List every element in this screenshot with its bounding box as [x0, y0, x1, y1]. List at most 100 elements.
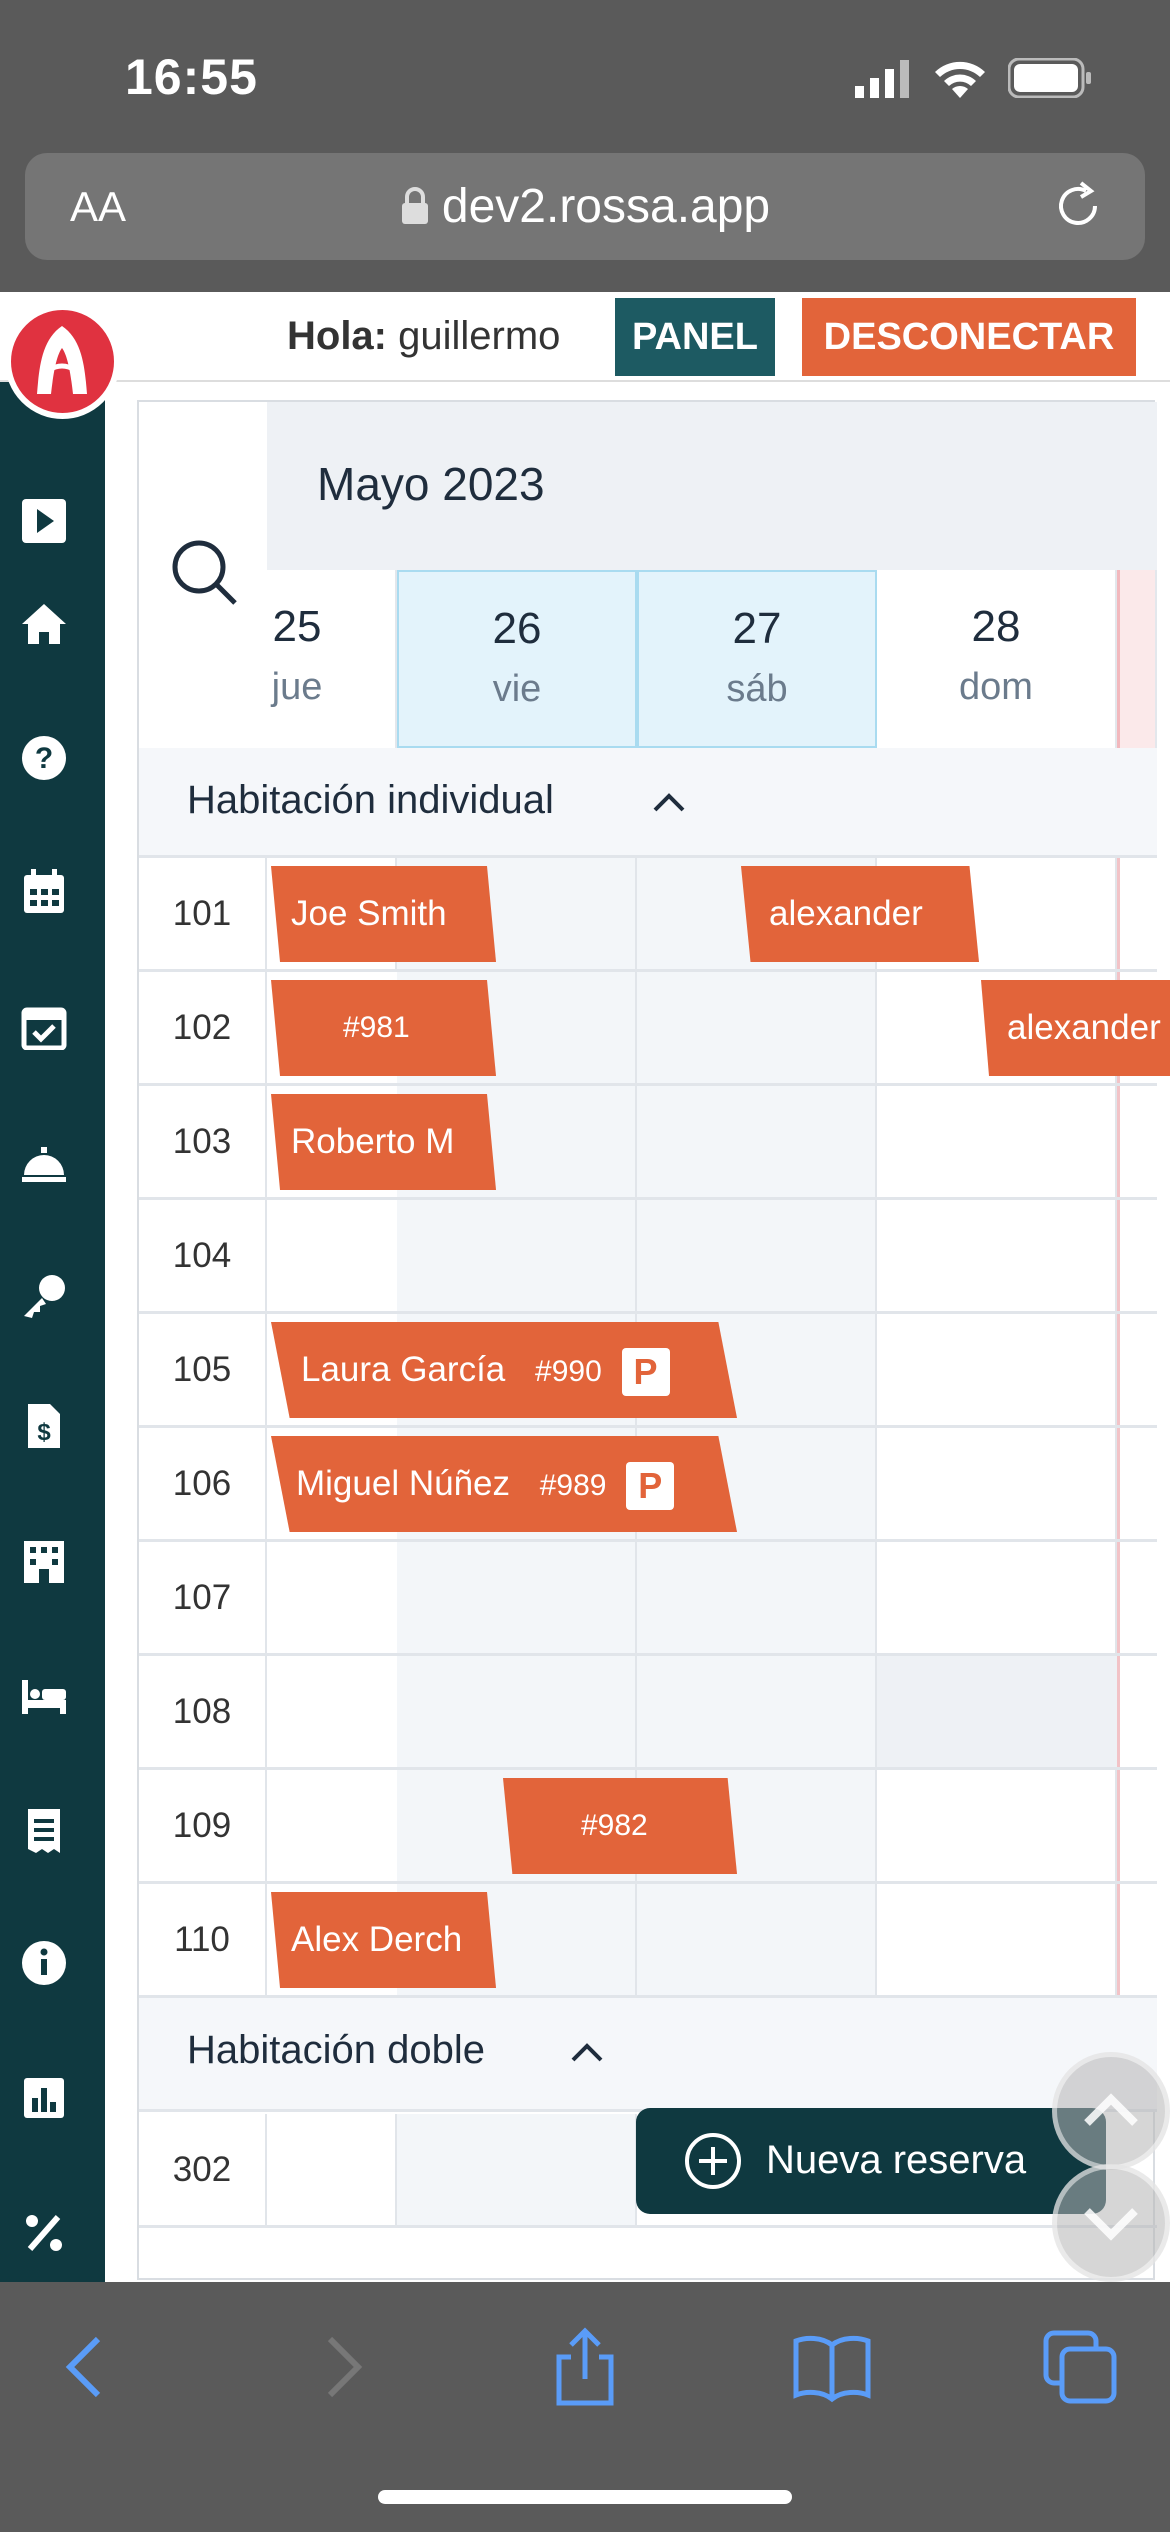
panel-button[interactable]: PANEL: [615, 298, 775, 376]
back-icon[interactable]: [48, 2327, 128, 2407]
calendar-check-icon[interactable]: [20, 1002, 68, 1051]
day-header-27[interactable]: 27 sáb: [637, 570, 877, 748]
key-icon[interactable]: [20, 1272, 68, 1320]
reservation-bar[interactable]: alexander: [741, 866, 979, 962]
day-name: sáb: [726, 668, 788, 710]
section-title: Habitación doble: [187, 2028, 485, 2072]
section-title: Habitación individual: [187, 778, 554, 822]
info-icon[interactable]: [20, 1939, 68, 1987]
day-number: 25: [272, 602, 322, 651]
day-number: 26: [492, 604, 542, 653]
booking-calendar: Mayo 2023 25 jue 26 vie 27 sáb 28 dom Ha…: [137, 400, 1170, 2280]
logout-button[interactable]: DESCONECTAR: [802, 298, 1136, 376]
logo-icon: [37, 326, 87, 394]
new-reservation-button[interactable]: Nueva reserva: [636, 2108, 1106, 2214]
day-header-25: 25 jue: [267, 570, 397, 748]
home-icon[interactable]: [20, 600, 68, 648]
reservation-label: Joe Smith: [291, 894, 447, 933]
day-cell: [397, 2114, 637, 2225]
row-divider: [267, 1539, 1157, 1542]
signal-icon: [855, 60, 909, 98]
reservation-bar[interactable]: Joe Smith: [271, 866, 496, 962]
room-number: 103: [139, 1086, 267, 1197]
room-number: 105: [139, 1314, 267, 1425]
greeting-label: Hola:: [287, 314, 387, 358]
row-divider: [267, 1425, 1157, 1428]
url-field[interactable]: dev2.rossa.app: [25, 179, 1145, 234]
reservation-bar[interactable]: Roberto M: [271, 1094, 496, 1190]
username: guillermo: [398, 314, 561, 358]
reservation-bar[interactable]: #982: [503, 1778, 737, 1874]
reservation-bar[interactable]: Alex Derch: [271, 1892, 496, 1988]
room-number: 106: [139, 1428, 267, 1539]
day-header-28[interactable]: 28 dom: [877, 570, 1117, 748]
svg-text:$: $: [37, 1419, 51, 1446]
scroll-up-button[interactable]: [1052, 2052, 1170, 2170]
svg-text:?: ?: [35, 742, 53, 775]
day-cell: [267, 2114, 397, 2225]
room-number: 101: [139, 858, 267, 969]
room-number: 109: [139, 1770, 267, 1881]
app-logo[interactable]: [5, 304, 120, 419]
day-name: vie: [492, 668, 542, 710]
reservation-label: Laura García: [301, 1350, 506, 1389]
parking-badge: P: [626, 1461, 675, 1510]
bed-icon[interactable]: [20, 1672, 68, 1720]
row-divider: [267, 1653, 1157, 1656]
reservation-bar[interactable]: Miguel Núñez #989 P: [271, 1436, 737, 1532]
reservation-bar[interactable]: alexander: [981, 980, 1170, 1076]
month-label: Mayo 2023: [317, 458, 545, 510]
concierge-bell-icon[interactable]: [20, 1137, 68, 1185]
lock-icon: [401, 187, 428, 224]
reservation-label: Roberto M: [291, 1122, 455, 1161]
building-icon[interactable]: [20, 1537, 68, 1585]
month-header: Mayo 2023: [267, 402, 1157, 570]
reservation-label: alexander: [769, 894, 923, 933]
tabs-icon[interactable]: [1040, 2327, 1120, 2407]
chart-icon[interactable]: [20, 2074, 68, 2122]
invoice-icon[interactable]: $: [20, 1402, 68, 1450]
reservation-label: #982: [581, 1809, 648, 1842]
percent-icon[interactable]: [20, 2209, 68, 2257]
bookmarks-icon[interactable]: [792, 2327, 872, 2407]
section-individual[interactable]: Habitación individual: [139, 748, 1157, 858]
sidebar: ? $: [0, 382, 105, 2282]
section-double[interactable]: Habitación doble: [139, 1998, 1157, 2112]
room-number: 102: [139, 972, 267, 1083]
chevron-up-icon: [1084, 2093, 1138, 2126]
room-number: 110: [139, 1884, 267, 1995]
chevron-up-icon[interactable]: [569, 2040, 605, 2064]
calendar-icon[interactable]: [20, 867, 68, 915]
room-rows: 101 102 103 104 105 106 107 108 109 110: [139, 858, 1170, 1998]
help-icon[interactable]: ?: [20, 734, 68, 782]
day-header-26[interactable]: 26 vie: [397, 570, 637, 748]
forward-icon[interactable]: [300, 2327, 380, 2407]
new-reservation-label: Nueva reserva: [766, 2138, 1027, 2182]
room-number: 104: [139, 1200, 267, 1311]
row-divider: [267, 1767, 1157, 1770]
status-time: 16:55: [125, 49, 258, 105]
play-icon[interactable]: [20, 497, 68, 545]
search-icon[interactable]: [169, 537, 239, 607]
address-bar[interactable]: AA dev2.rossa.app: [25, 153, 1145, 260]
wifi-icon: [935, 61, 985, 98]
reservation-bar[interactable]: Laura García #990 P: [271, 1322, 737, 1418]
share-icon[interactable]: [545, 2327, 625, 2407]
receipt-icon[interactable]: [20, 1807, 68, 1855]
blocked-cell: [877, 1656, 1117, 1767]
row-divider: [267, 1311, 1157, 1314]
reservation-code: #990: [535, 1355, 602, 1388]
scroll-down-button[interactable]: [1052, 2164, 1170, 2282]
room-number: 107: [139, 1542, 267, 1653]
url-text: dev2.rossa.app: [441, 180, 771, 233]
reservation-bar[interactable]: #981: [271, 980, 496, 1076]
day-number: 28: [971, 602, 1021, 651]
room-number: 108: [139, 1656, 267, 1767]
chevron-up-icon[interactable]: [651, 790, 687, 814]
reload-icon[interactable]: [1051, 179, 1105, 233]
reservation-code: #989: [539, 1469, 607, 1502]
row-divider: [267, 1881, 1157, 1884]
room-number: 302: [139, 2114, 267, 2225]
day-number: 27: [732, 604, 782, 653]
row-divider: [267, 1197, 1157, 1200]
